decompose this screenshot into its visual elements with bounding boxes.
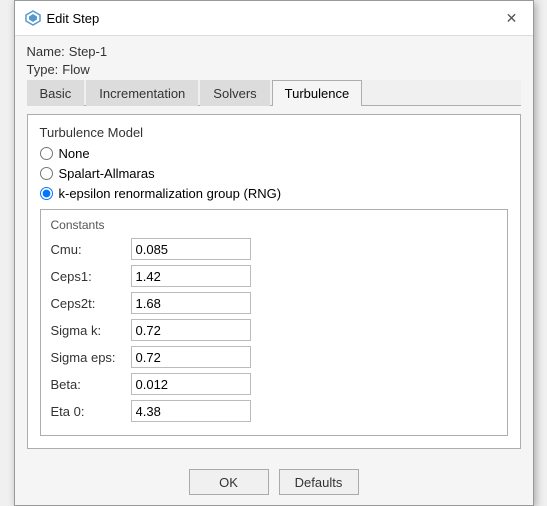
sigmaeps-input[interactable] bbox=[131, 346, 251, 368]
tab-solvers[interactable]: Solvers bbox=[200, 80, 269, 106]
ceps1-input[interactable] bbox=[131, 265, 251, 287]
radio-spalart[interactable]: Spalart-Allmaras bbox=[40, 166, 508, 181]
sigmaeps-label: Sigma eps: bbox=[51, 350, 131, 365]
radio-none-input[interactable] bbox=[40, 147, 53, 160]
name-row: Name: Step-1 bbox=[27, 44, 521, 59]
tab-incrementation[interactable]: Incrementation bbox=[86, 80, 198, 106]
title-bar-left: Edit Step bbox=[25, 10, 100, 26]
ceps2t-input[interactable] bbox=[131, 292, 251, 314]
radio-kepsilon[interactable]: k-epsilon renormalization group (RNG) bbox=[40, 186, 508, 201]
tab-basic[interactable]: Basic bbox=[27, 80, 85, 106]
ceps2t-label: Ceps2t: bbox=[51, 296, 131, 311]
constants-label: Constants bbox=[51, 218, 497, 232]
dialog-body: Name: Step-1 Type: Flow Basic Incrementa… bbox=[15, 36, 533, 459]
type-row: Type: Flow bbox=[27, 62, 521, 77]
radio-spalart-input[interactable] bbox=[40, 167, 53, 180]
eta0-label: Eta 0: bbox=[51, 404, 131, 419]
ceps1-label: Ceps1: bbox=[51, 269, 131, 284]
radio-kepsilon-input[interactable] bbox=[40, 187, 53, 200]
tab-bar: Basic Incrementation Solvers Turbulence bbox=[27, 80, 521, 106]
radio-none-label: None bbox=[59, 146, 90, 161]
beta-label: Beta: bbox=[51, 377, 131, 392]
type-label: Type: bbox=[27, 62, 59, 77]
radio-kepsilon-label: k-epsilon renormalization group (RNG) bbox=[59, 186, 282, 201]
radio-none[interactable]: None bbox=[40, 146, 508, 161]
field-row-eta0: Eta 0: bbox=[51, 400, 497, 422]
radio-group: None Spalart-Allmaras k-epsilon renormal… bbox=[40, 146, 508, 201]
field-row-ceps2t: Ceps2t: bbox=[51, 292, 497, 314]
edit-step-dialog: Edit Step ✕ Name: Step-1 Type: Flow Basi… bbox=[14, 0, 534, 506]
beta-input[interactable] bbox=[131, 373, 251, 395]
turbulence-group-label: Turbulence Model bbox=[40, 125, 508, 140]
dialog-title: Edit Step bbox=[47, 11, 100, 26]
ok-button[interactable]: OK bbox=[189, 469, 269, 495]
name-value: Step-1 bbox=[69, 44, 107, 59]
name-label: Name: bbox=[27, 44, 65, 59]
close-button[interactable]: ✕ bbox=[501, 7, 523, 29]
footer: OK Defaults bbox=[15, 459, 533, 505]
constants-box: Constants Cmu: Ceps1: Ceps2t: Sigma k: bbox=[40, 209, 508, 436]
sigmak-label: Sigma k: bbox=[51, 323, 131, 338]
field-row-beta: Beta: bbox=[51, 373, 497, 395]
cmu-input[interactable] bbox=[131, 238, 251, 260]
field-row-sigmak: Sigma k: bbox=[51, 319, 497, 341]
defaults-button[interactable]: Defaults bbox=[279, 469, 359, 495]
field-row-sigmaeps: Sigma eps: bbox=[51, 346, 497, 368]
sigmak-input[interactable] bbox=[131, 319, 251, 341]
type-value: Flow bbox=[62, 62, 89, 77]
eta0-input[interactable] bbox=[131, 400, 251, 422]
cmu-label: Cmu: bbox=[51, 242, 131, 257]
field-row-ceps1: Ceps1: bbox=[51, 265, 497, 287]
turbulence-panel: Turbulence Model None Spalart-Allmaras k… bbox=[27, 114, 521, 449]
tab-turbulence[interactable]: Turbulence bbox=[272, 80, 363, 106]
title-bar: Edit Step ✕ bbox=[15, 1, 533, 36]
radio-spalart-label: Spalart-Allmaras bbox=[59, 166, 155, 181]
app-icon bbox=[25, 10, 41, 26]
field-row-cmu: Cmu: bbox=[51, 238, 497, 260]
